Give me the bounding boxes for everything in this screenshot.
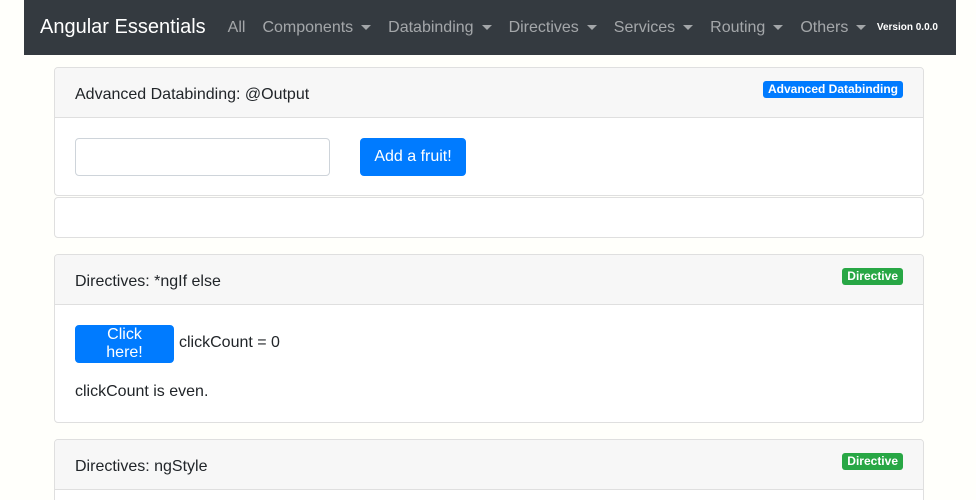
card-title: Directives: *ngIf else <box>75 272 221 290</box>
card-title: Directives: ngStyle <box>75 457 208 475</box>
nav-item-label: All <box>227 18 246 36</box>
caret-down-icon <box>481 25 492 30</box>
brand-title[interactable]: Angular Essentials <box>40 16 206 39</box>
badge-directive: Directive <box>842 453 903 470</box>
page: Angular Essentials All Components Databi… <box>0 0 976 500</box>
add-fruit-button[interactable]: Add a fruit! <box>360 138 466 176</box>
nav-item-label: Directives <box>508 18 579 36</box>
card-ngif-else: Directives: *ngIf else Directive Click h… <box>54 254 924 423</box>
nav-menu: All Components Databinding Directives Se… <box>228 19 884 37</box>
nav-item-label: Databinding <box>388 18 474 36</box>
caret-down-icon <box>773 25 784 30</box>
card-ngstyle: Directives: ngStyle Directive <box>54 439 924 500</box>
caret-down-icon <box>856 25 867 30</box>
nav-item-label: Others <box>800 18 849 36</box>
nav-item-label: Routing <box>710 18 766 36</box>
nav-item-services[interactable]: Services <box>613 18 694 37</box>
nav-item-label: Services <box>613 18 676 36</box>
caret-down-icon <box>361 25 372 30</box>
nav-item-others[interactable]: Others <box>800 18 867 37</box>
nav-item-components[interactable]: Components <box>262 18 372 37</box>
fruit-list <box>54 197 924 238</box>
nav-item-label: Components <box>262 18 354 36</box>
nav-item-databinding[interactable]: Databinding <box>388 18 492 37</box>
card-body: Add a fruit! <box>55 118 923 195</box>
card-body: Click here! clickCount = 0 clickCount is… <box>55 305 923 422</box>
caret-down-icon <box>586 25 597 30</box>
nav-item-all[interactable]: All <box>228 19 246 37</box>
parity-text: clickCount is even. <box>75 383 209 400</box>
badge-directive: Directive <box>842 268 903 285</box>
version-label: Version 0.0.0 <box>876 22 938 33</box>
fruit-input[interactable] <box>75 138 330 176</box>
click-count-text: clickCount = 0 <box>179 334 280 351</box>
nav-item-routing[interactable]: Routing <box>710 18 784 37</box>
caret-down-icon <box>683 25 694 30</box>
card-header: Directives: ngStyle Directive <box>55 440 923 490</box>
card-output: Advanced Databinding: @Output Advanced D… <box>54 67 924 196</box>
badge-advanced-databinding: Advanced Databinding <box>762 81 903 98</box>
click-here-button[interactable]: Click here! <box>75 325 174 363</box>
card-header: Advanced Databinding: @Output Advanced D… <box>55 68 923 118</box>
card-header: Directives: *ngIf else Directive <box>55 255 923 305</box>
card-title: Advanced Databinding: @Output <box>75 85 310 103</box>
nav-item-directives[interactable]: Directives <box>509 19 597 37</box>
top-navbar: Angular Essentials All Components Databi… <box>24 0 956 55</box>
